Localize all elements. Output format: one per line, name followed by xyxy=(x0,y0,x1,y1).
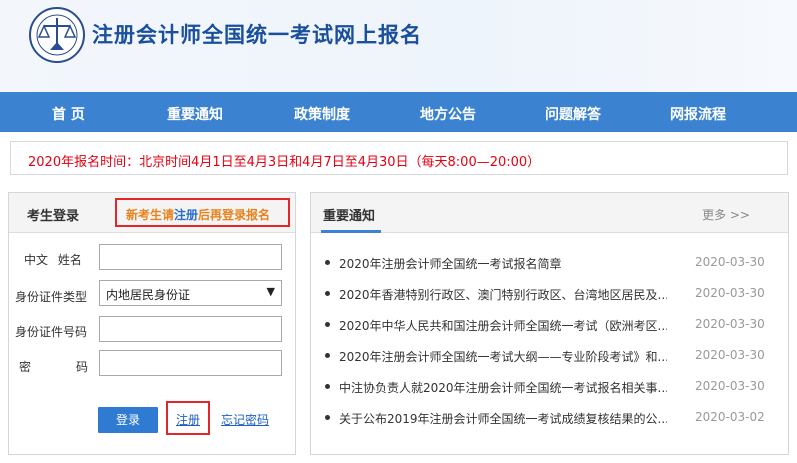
notice-date: 2020-03-30 xyxy=(695,348,765,362)
dropdown-arrow-icon: ▼ xyxy=(266,285,275,298)
notice-date: 2020-03-02 xyxy=(695,410,765,424)
notices-panel-header: 重要通知 更多 >> xyxy=(311,193,788,233)
password-input[interactable] xyxy=(99,350,282,376)
login-panel-title: 考生登录 xyxy=(27,209,80,224)
notice-title[interactable]: 中注协负责人就2020年注册会计师全国统一考试报名相关事... xyxy=(339,379,667,396)
register-link[interactable]: 注册 xyxy=(176,411,200,428)
new-candidate-register-tip: 新考生请注册后再登录报名 xyxy=(115,198,290,227)
notice-date: 2020-03-30 xyxy=(695,255,765,269)
notice-text: 2020年报名时间：北京时间4月1日至4月3日和4月7日至4月30日（每天8:0… xyxy=(28,155,541,170)
id-number-label: 身份证件号码 xyxy=(15,325,88,339)
password-label-second-char: 码 xyxy=(76,360,89,374)
notices-panel-title: 重要通知 xyxy=(323,209,376,224)
login-panel-header: 考生登录 新考生请注册后再登录报名 xyxy=(9,193,295,233)
id-number-input[interactable] xyxy=(99,316,282,342)
tip-register-link[interactable]: 注册 xyxy=(174,208,198,222)
list-item[interactable]: 2020年注册会计师全国统一考试大纲——专业阶段考试》和... 2020-03-3… xyxy=(311,346,788,366)
notice-date: 2020-03-30 xyxy=(695,286,765,300)
login-panel: 考生登录 新考生请注册后再登录报名 中文 姓名 身份证件类型 内地居民身份证 ▼… xyxy=(8,192,296,455)
notice-title[interactable]: 2020年中华人民共和国注册会计师全国统一考试（欧洲考区... xyxy=(339,317,667,334)
bullet-icon xyxy=(325,260,330,265)
more-notices-link[interactable]: 更多 >> xyxy=(702,206,750,223)
list-item[interactable]: 关于公布2019年注册会计师全国统一考试成绩复核结果的公... 2020-03-0… xyxy=(311,408,788,428)
bullet-icon xyxy=(325,384,330,389)
id-type-selected-value: 内地居民身份证 xyxy=(106,288,191,302)
notice-title[interactable]: 2020年注册会计师全国统一考试大纲——专业阶段考试》和... xyxy=(339,348,667,365)
list-item[interactable]: 2020年中华人民共和国注册会计师全国统一考试（欧洲考区... 2020-03-3… xyxy=(311,315,788,335)
bullet-icon xyxy=(325,415,330,420)
login-button[interactable]: 登录 xyxy=(98,407,158,433)
id-type-label: 身份证件类型 xyxy=(15,290,88,304)
notice-title[interactable]: 关于公布2019年注册会计师全国统一考试成绩复核结果的公... xyxy=(339,410,667,427)
tip-suffix: 后再登录报名 xyxy=(198,208,271,222)
password-label-first-char: 密 xyxy=(19,360,32,374)
tip-prefix: 新考生请 xyxy=(126,208,175,222)
register-link-highlight: 注册 xyxy=(166,401,210,435)
nav-item-local-announcements[interactable]: 地方公告 xyxy=(420,104,476,124)
notice-title[interactable]: 2020年香港特别行政区、澳门特别行政区、台湾地区居民及... xyxy=(339,286,667,303)
bullet-icon xyxy=(325,322,330,327)
notice-date: 2020-03-30 xyxy=(695,379,765,393)
id-type-select[interactable]: 内地居民身份证 ▼ xyxy=(99,280,282,306)
site-header: 注册会计师全国统一考试网上报名 xyxy=(0,0,797,92)
notice-title[interactable]: 2020年注册会计师全国统一考试报名简章 xyxy=(339,255,667,272)
registration-period-notice: 2020年报名时间：北京时间4月1日至4月3日和4月7日至4月30日（每天8:0… xyxy=(10,141,788,175)
nav-item-process[interactable]: 网报流程 xyxy=(670,104,726,124)
cicpa-scales-logo-icon xyxy=(29,7,85,63)
forgot-password-link[interactable]: 忘记密码 xyxy=(221,411,269,428)
main-nav: 首 页 重要通知 政策制度 地方公告 问题解答 网报流程 xyxy=(0,92,797,132)
notice-date: 2020-03-30 xyxy=(695,317,765,331)
list-item[interactable]: 2020年香港特别行政区、澳门特别行政区、台湾地区居民及... 2020-03-3… xyxy=(311,284,788,304)
list-item[interactable]: 2020年注册会计师全国统一考试报名简章 2020-03-30 xyxy=(311,253,788,273)
bullet-icon xyxy=(325,291,330,296)
list-item[interactable]: 中注协负责人就2020年注册会计师全国统一考试报名相关事... 2020-03-3… xyxy=(311,377,788,397)
nav-item-faq[interactable]: 问题解答 xyxy=(545,104,601,124)
nav-item-policies[interactable]: 政策制度 xyxy=(294,104,350,124)
bullet-icon xyxy=(325,353,330,358)
nav-item-notices[interactable]: 重要通知 xyxy=(167,104,223,124)
name-input[interactable] xyxy=(99,244,282,270)
nav-item-home[interactable]: 首 页 xyxy=(52,104,85,124)
important-notices-panel: 重要通知 更多 >> 2020年注册会计师全国统一考试报名简章 2020-03-3… xyxy=(310,192,789,455)
name-label: 中文 姓名 xyxy=(24,253,82,267)
site-title: 注册会计师全国统一考试网上报名 xyxy=(92,23,422,47)
notices-title-underline xyxy=(321,230,381,233)
